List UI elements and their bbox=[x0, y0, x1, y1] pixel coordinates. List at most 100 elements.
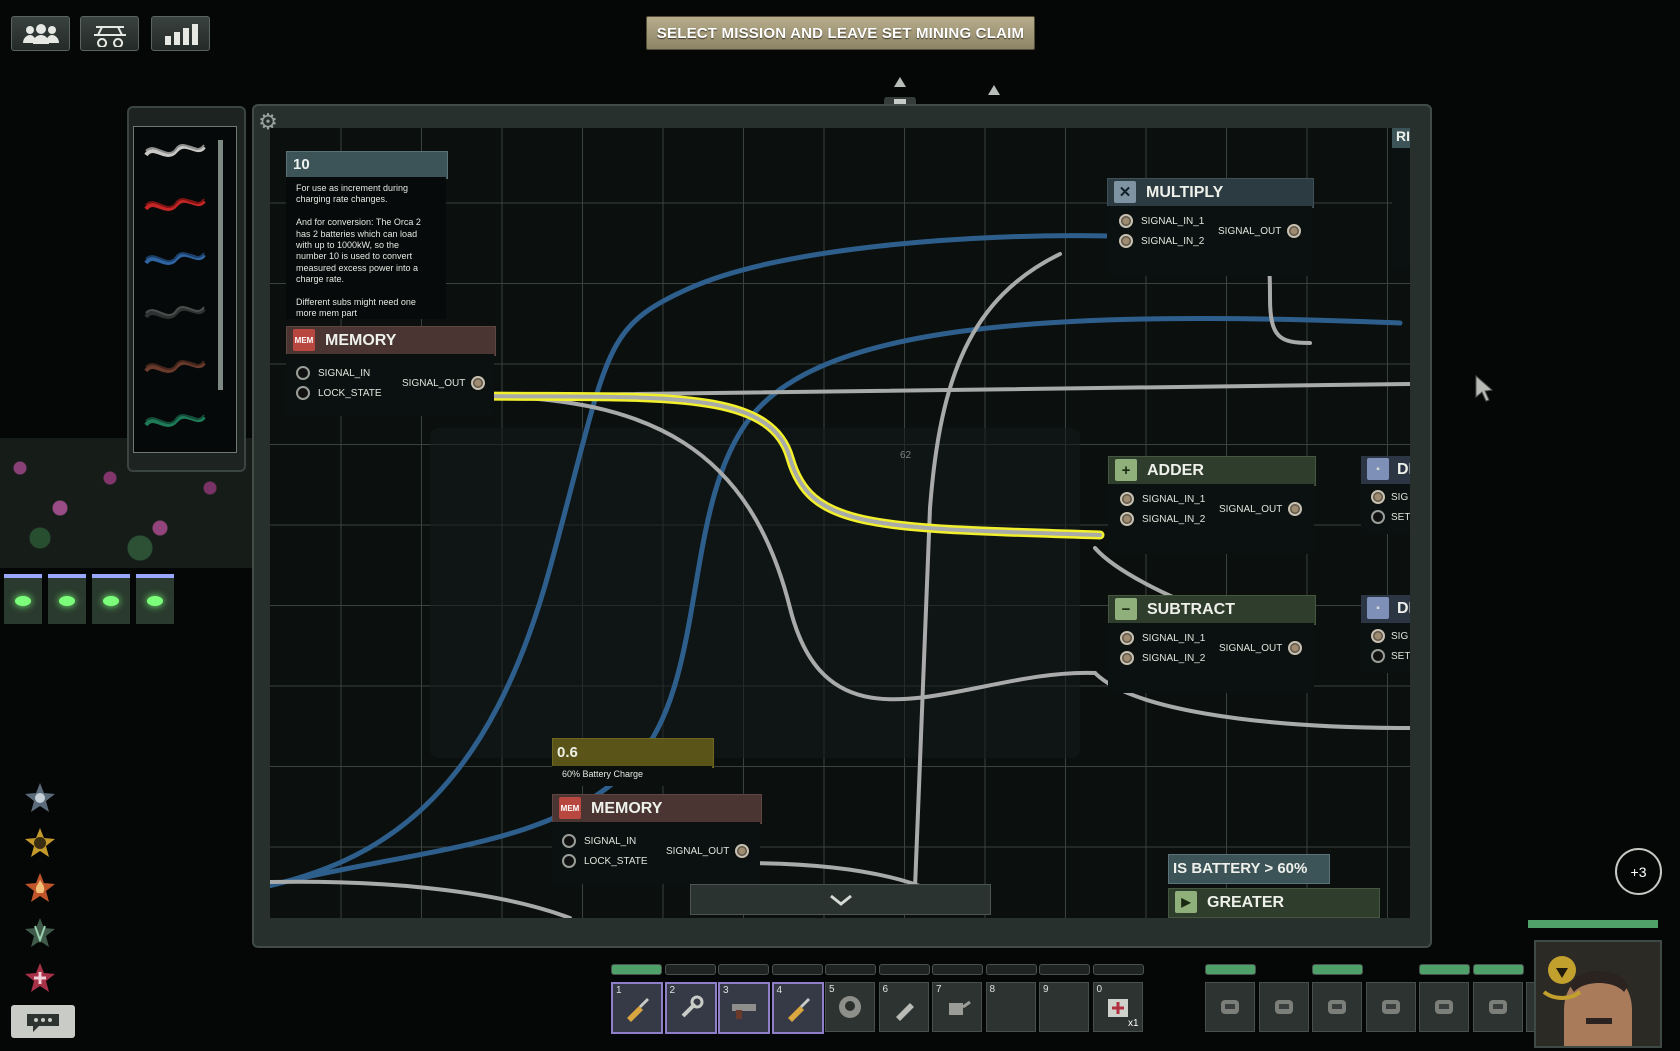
subtract-title: SUBTRACT bbox=[1147, 601, 1235, 618]
subtract-in1-label: SIGNAL_IN_1 bbox=[1142, 632, 1206, 644]
battery-note-header[interactable]: IS BATTERY > 60% bbox=[1168, 854, 1330, 884]
red-wire-icon[interactable] bbox=[142, 193, 208, 219]
green-wire-icon[interactable] bbox=[142, 409, 208, 435]
adder-header[interactable]: + ADDER bbox=[1108, 456, 1316, 486]
wire-list-scrollbar[interactable] bbox=[218, 140, 223, 390]
slot-number: 8 bbox=[989, 984, 996, 995]
memory-2-lock-state-pin[interactable] bbox=[562, 854, 576, 868]
collapse-panel-button[interactable] bbox=[690, 884, 991, 915]
cut-node-di-2-header[interactable]: ▪ DI bbox=[1361, 595, 1410, 623]
adder-out-pin[interactable] bbox=[1288, 502, 1303, 516]
hotbar-slot-5[interactable]: 5 bbox=[825, 982, 875, 1032]
display-icon: ▪ bbox=[1367, 597, 1389, 619]
medical-button[interactable] bbox=[22, 960, 58, 996]
memory-2-header[interactable]: MEM MEMORY bbox=[552, 794, 762, 824]
fire-alert-button[interactable] bbox=[22, 870, 58, 906]
note-06-header[interactable]: 0.6 bbox=[552, 738, 714, 768]
circuit-canvas[interactable]: 62 10 For use as increment during chargi… bbox=[270, 128, 1410, 918]
equipment-slot[interactable] bbox=[1205, 982, 1255, 1032]
greater-header[interactable]: ▶ GREATER bbox=[1168, 888, 1380, 918]
gun-icon bbox=[732, 1004, 756, 1019]
helmet-icon bbox=[1274, 1000, 1293, 1014]
note-10-header[interactable]: 10 bbox=[286, 151, 448, 179]
slot-durability-bar bbox=[932, 964, 983, 975]
adder-out-label: SIGNAL_OUT bbox=[1219, 503, 1283, 515]
adder-in1-pin[interactable] bbox=[1120, 492, 1134, 506]
di-2-set-pin[interactable] bbox=[1371, 649, 1385, 663]
selected-wire bbox=[475, 391, 1105, 540]
multiply-in1-pin[interactable] bbox=[1119, 214, 1133, 228]
cut-node-di-1-header[interactable]: ▪ DI bbox=[1361, 456, 1410, 484]
hotbar-slot-7[interactable]: 7 bbox=[932, 982, 982, 1032]
cut-node-ri-title: RI bbox=[1392, 128, 1410, 148]
slot-durability-bar bbox=[878, 964, 930, 975]
character-portrait[interactable] bbox=[1534, 940, 1662, 1048]
memory-1-signal-out-label: SIGNAL_OUT bbox=[402, 377, 466, 389]
slot-durability-bar bbox=[985, 964, 1037, 975]
hotbar-slot-2[interactable]: 2 bbox=[664, 982, 717, 1034]
multiply-header[interactable]: ✕ MULTIPLY bbox=[1107, 178, 1314, 208]
engineering-button[interactable] bbox=[22, 825, 58, 861]
slot-number: 0 bbox=[1096, 984, 1103, 995]
memory-1-signal-in-pin[interactable] bbox=[296, 366, 310, 380]
equipment-slot[interactable] bbox=[1365, 982, 1416, 1032]
equipment-slot[interactable] bbox=[1472, 982, 1523, 1032]
memory-2-signal-out-pin[interactable] bbox=[735, 844, 750, 858]
hotbar-slot-9[interactable]: 9 bbox=[1039, 982, 1089, 1032]
mission-button[interactable]: SELECT MISSION AND LEAVE SET MINING CLAI… bbox=[646, 16, 1035, 50]
submarine-button[interactable] bbox=[80, 16, 139, 51]
gear-icon bbox=[25, 828, 55, 857]
hotbar-slot-3[interactable]: 3 bbox=[718, 982, 770, 1034]
equipment-condition-bar bbox=[1472, 964, 1524, 975]
slot-number: 7 bbox=[936, 984, 942, 995]
memory-1-lock-state-pin[interactable] bbox=[296, 386, 310, 400]
black-wire-icon[interactable] bbox=[142, 301, 208, 327]
crew-button[interactable] bbox=[11, 16, 70, 51]
di-1-sig-pin[interactable] bbox=[1371, 490, 1385, 504]
equipment-slot[interactable] bbox=[1258, 982, 1309, 1032]
memory-1-signal-out-pin[interactable] bbox=[471, 376, 486, 390]
subtract-body: SIGNAL_IN_1 SIGNAL_IN_2 SIGNAL_OUT bbox=[1108, 623, 1314, 693]
subtract-header[interactable]: − SUBTRACT bbox=[1108, 595, 1316, 625]
memory-1-lock-state-label: LOCK_STATE bbox=[318, 387, 382, 399]
blue-wire-icon[interactable] bbox=[142, 247, 208, 273]
slot-durability-bar bbox=[611, 964, 662, 975]
equipment-slot[interactable] bbox=[1419, 982, 1469, 1032]
memory-1-header[interactable]: MEM MEMORY bbox=[286, 326, 496, 356]
medkit-icon bbox=[1107, 999, 1128, 1017]
memory-2-title: MEMORY bbox=[591, 800, 663, 817]
subtract-in2-pin[interactable] bbox=[1120, 651, 1134, 665]
stats-button[interactable] bbox=[151, 16, 210, 51]
greater-icon: ▶ bbox=[1175, 891, 1197, 913]
hotbar-slot-8[interactable]: 8 bbox=[985, 982, 1036, 1032]
smg-icon bbox=[1221, 1000, 1239, 1014]
multiply-in2-pin[interactable] bbox=[1119, 234, 1133, 248]
wrench-icon bbox=[681, 995, 703, 1018]
hotbar-slot-1[interactable]: 1 bbox=[611, 982, 663, 1034]
note-10-text: For use as increment during charging rat… bbox=[296, 183, 421, 319]
multiply-title: MULTIPLY bbox=[1146, 184, 1224, 201]
subtract-in2-label: SIGNAL_IN_2 bbox=[1142, 652, 1206, 664]
di-2-sig-pin[interactable] bbox=[1371, 629, 1385, 643]
subtract-in1-pin[interactable] bbox=[1120, 631, 1134, 645]
hull-breach-button[interactable] bbox=[22, 915, 58, 951]
equipment-slot[interactable] bbox=[1312, 982, 1362, 1032]
note-06-body: 60% Battery Charge bbox=[552, 766, 712, 786]
memory-2-signal-in-pin[interactable] bbox=[562, 834, 576, 848]
multiply-out-pin[interactable] bbox=[1287, 224, 1302, 238]
brown-wire-icon[interactable] bbox=[142, 355, 208, 381]
adder-in2-pin[interactable] bbox=[1120, 512, 1134, 526]
hotbar-slot-4[interactable]: 4 bbox=[771, 982, 824, 1034]
cut-node-ri[interactable]: RI bbox=[1392, 128, 1410, 268]
white-wire-icon[interactable] bbox=[142, 139, 208, 165]
cut-node-di-2-title: DI bbox=[1397, 600, 1410, 617]
equipment-condition-bar bbox=[1419, 964, 1470, 975]
chat-button[interactable] bbox=[11, 1005, 75, 1038]
subtract-out-pin[interactable] bbox=[1288, 641, 1303, 655]
di-1-set-pin[interactable] bbox=[1371, 510, 1385, 524]
battery-note-title: IS BATTERY > 60% bbox=[1173, 860, 1308, 877]
notification-badge[interactable]: +3 bbox=[1615, 848, 1662, 895]
hotbar-slot-6[interactable]: 6 bbox=[878, 982, 929, 1032]
hotbar-slot-0[interactable]: 0 x1 bbox=[1092, 982, 1143, 1032]
ship-status-button[interactable] bbox=[22, 780, 58, 816]
